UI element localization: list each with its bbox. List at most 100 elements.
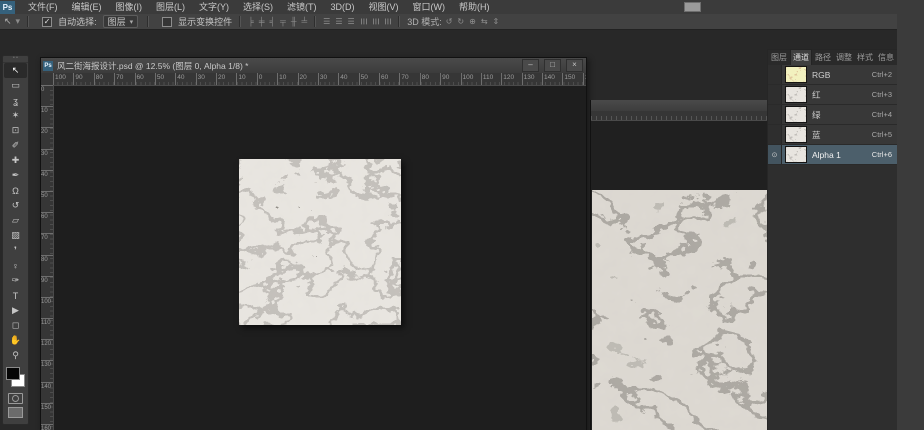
menu-item[interactable]: 3D(D) bbox=[324, 0, 362, 14]
tool-button[interactable]: ↺ bbox=[3, 198, 28, 213]
auto-select-target-dropdown[interactable]: 图层 ▾ bbox=[103, 15, 139, 28]
ruler-label: 20 bbox=[298, 73, 318, 85]
menu-item[interactable]: 文件(F) bbox=[21, 0, 65, 14]
channel-thumbnail[interactable] bbox=[785, 86, 807, 103]
3d-mode-icon[interactable]: ↺ bbox=[446, 14, 453, 29]
canvas-area[interactable] bbox=[54, 86, 586, 430]
distribute-icon[interactable]: ☰ bbox=[380, 18, 395, 25]
ruler-label: 90 bbox=[41, 276, 53, 297]
3d-mode-icon[interactable]: ⊕ bbox=[469, 14, 476, 29]
menu-item[interactable]: 图层(L) bbox=[149, 0, 192, 14]
channel-thumbnail[interactable] bbox=[785, 66, 807, 83]
tool-button[interactable]: ▨ bbox=[3, 228, 28, 243]
ruler-label: 130 bbox=[41, 360, 53, 381]
panel-grip[interactable]: • • bbox=[3, 56, 28, 63]
minimize-button[interactable]: – bbox=[522, 59, 539, 72]
tool-button[interactable]: ✐ bbox=[3, 138, 28, 153]
visibility-cell[interactable]: ⊙ bbox=[768, 125, 782, 144]
channels-panel: 图层通道路径调整样式信息历史 ≡ ⊙ RGB Ctrl+2 ⊙ bbox=[767, 49, 898, 430]
menu-item[interactable]: 选择(S) bbox=[236, 0, 280, 14]
panel-tab[interactable]: 调整 bbox=[834, 50, 854, 65]
quick-mask-button[interactable] bbox=[8, 393, 23, 404]
tool-button[interactable]: ʓ bbox=[3, 93, 28, 108]
window-control-fragment[interactable] bbox=[684, 2, 701, 12]
distribute-icon[interactable]: ☰ bbox=[348, 14, 355, 29]
ruler-label: 20 bbox=[216, 73, 236, 85]
menu-item[interactable]: 窗口(W) bbox=[406, 0, 453, 14]
tool-button[interactable]: ✒ bbox=[3, 168, 28, 183]
tool-button[interactable]: ⚲ bbox=[3, 348, 28, 363]
menu-item[interactable]: 视图(V) bbox=[362, 0, 406, 14]
tool-button[interactable]: ▶ bbox=[3, 303, 28, 318]
show-transform-checkbox[interactable] bbox=[162, 17, 172, 27]
channel-name: 绿 bbox=[812, 109, 872, 121]
align-icon[interactable]: ╧ bbox=[302, 14, 308, 29]
channel-row[interactable]: ⊙ 蓝 Ctrl+5 bbox=[768, 125, 897, 145]
align-icon[interactable]: ╤ bbox=[280, 14, 286, 29]
ruler-label: 110 bbox=[481, 73, 501, 85]
tool-button[interactable]: ⊡ bbox=[3, 123, 28, 138]
tool-preset-arrow-icon[interactable]: ▾ bbox=[16, 14, 21, 29]
tool-button[interactable]: ✋ bbox=[3, 333, 28, 348]
document-title-bar[interactable]: Ps 风二街海报设计.psd @ 12.5% (图层 0, Alpha 1/8)… bbox=[41, 58, 586, 74]
visibility-cell[interactable]: ⊙ bbox=[768, 145, 782, 164]
3d-mode-icon[interactable]: ⇕ bbox=[493, 14, 500, 29]
tool-button[interactable]: ▭ bbox=[3, 78, 28, 93]
visibility-cell[interactable]: ⊙ bbox=[768, 65, 782, 84]
foreground-color-swatch[interactable] bbox=[6, 367, 20, 380]
dock-margin bbox=[897, 14, 924, 430]
channel-row[interactable]: ⊙ 绿 Ctrl+4 bbox=[768, 105, 897, 125]
align-icon[interactable]: ╫ bbox=[291, 14, 297, 29]
tool-button[interactable]: ✚ bbox=[3, 153, 28, 168]
menu-item[interactable]: 滤镜(T) bbox=[280, 0, 324, 14]
marble-texture-image[interactable] bbox=[239, 159, 401, 325]
channel-thumbnail[interactable] bbox=[785, 146, 807, 163]
3d-mode-icon[interactable]: ↻ bbox=[457, 14, 464, 29]
close-button[interactable]: × bbox=[566, 59, 583, 72]
ruler-label: 40 bbox=[338, 73, 358, 85]
tool-button[interactable]: ✑ bbox=[3, 273, 28, 288]
align-icon[interactable]: ╡ bbox=[269, 14, 275, 29]
channel-row[interactable]: ⊙ Alpha 1 Ctrl+6 bbox=[768, 145, 897, 165]
tool-button[interactable]: ✶ bbox=[3, 108, 28, 123]
screen-mode-button[interactable] bbox=[8, 407, 23, 418]
panel-tab[interactable]: 样式 bbox=[855, 50, 875, 65]
channel-row[interactable]: ⊙ RGB Ctrl+2 bbox=[768, 65, 897, 85]
distribute-icon[interactable]: ☰ bbox=[323, 14, 330, 29]
channel-row[interactable]: ⊙ 红 Ctrl+3 bbox=[768, 85, 897, 105]
menu-item[interactable]: 帮助(H) bbox=[452, 0, 497, 14]
tool-button[interactable]: T bbox=[3, 288, 28, 303]
panel-empty-area bbox=[768, 163, 897, 430]
menu-item[interactable]: 文字(Y) bbox=[192, 0, 236, 14]
menu-item[interactable]: 编辑(E) bbox=[65, 0, 109, 14]
show-transform-label: 显示变换控件 bbox=[178, 15, 232, 28]
maximize-button[interactable]: □ bbox=[544, 59, 561, 72]
auto-select-checkbox[interactable]: ✓ bbox=[42, 17, 52, 27]
panel-tab[interactable]: 图层 bbox=[769, 50, 789, 65]
move-tool-icon[interactable]: ↖ bbox=[4, 14, 12, 29]
secondary-marble-texture-image[interactable] bbox=[592, 190, 777, 430]
auto-select-target-value: 图层 bbox=[108, 15, 126, 28]
ruler-label: 80 bbox=[41, 255, 53, 276]
menu-item[interactable]: 图像(I) bbox=[109, 0, 150, 14]
document-window: Ps 风二街海报设计.psd @ 12.5% (图层 0, Alpha 1/8)… bbox=[40, 57, 587, 430]
channel-thumbnail[interactable] bbox=[785, 126, 807, 143]
channel-name: Alpha 1 bbox=[812, 150, 872, 160]
3d-mode-icon[interactable]: ⇆ bbox=[481, 14, 488, 29]
tool-button[interactable]: ❜ bbox=[3, 243, 28, 258]
tool-button[interactable]: ◻ bbox=[3, 318, 28, 333]
panel-tab[interactable]: 信息 bbox=[876, 50, 896, 65]
channel-thumbnail[interactable] bbox=[785, 106, 807, 123]
tool-button[interactable]: ▱ bbox=[3, 213, 28, 228]
tool-button[interactable]: Ω bbox=[3, 183, 28, 198]
tool-button[interactable]: ♀ bbox=[3, 258, 28, 273]
align-icon[interactable]: ╪ bbox=[259, 14, 265, 29]
visibility-cell[interactable]: ⊙ bbox=[768, 85, 782, 104]
panel-tab[interactable]: 路径 bbox=[813, 50, 833, 65]
ruler-label: 90 bbox=[73, 73, 93, 85]
distribute-icon[interactable]: ☰ bbox=[335, 14, 342, 29]
align-icon[interactable]: ╞ bbox=[248, 14, 254, 29]
tool-button[interactable]: ↖ bbox=[4, 63, 27, 78]
visibility-cell[interactable]: ⊙ bbox=[768, 105, 782, 124]
panel-tab[interactable]: 通道 bbox=[790, 49, 812, 65]
